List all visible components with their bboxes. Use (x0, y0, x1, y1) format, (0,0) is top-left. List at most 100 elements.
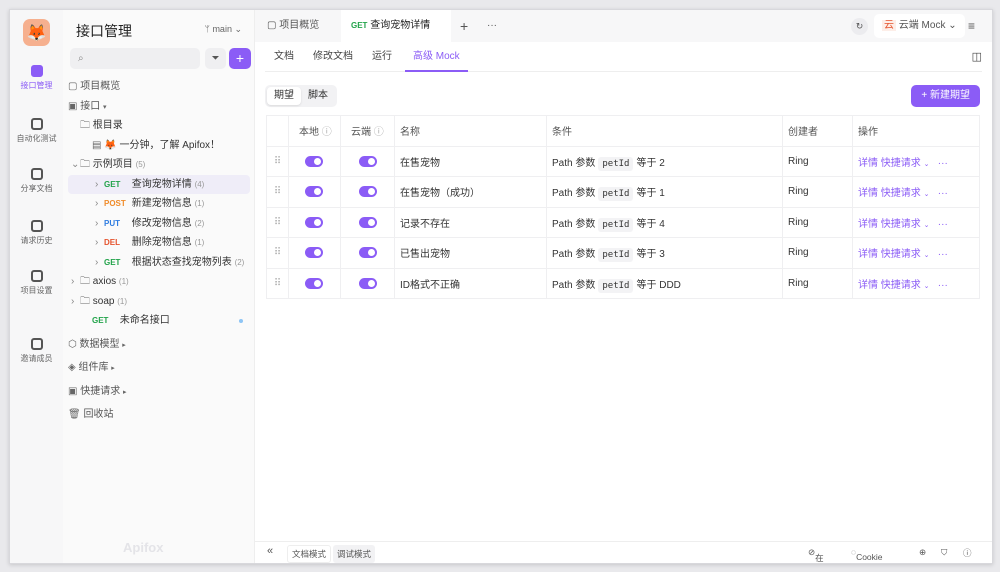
rail-item-invite-user[interactable]: 邀请成员 (10, 338, 63, 364)
caret-icon[interactable]: ▾ (103, 104, 107, 111)
upload-icon[interactable]: ⊕ (919, 547, 926, 558)
more-icon[interactable]: ··· (938, 249, 948, 260)
panel-toggle-icon[interactable]: ◫ (972, 42, 982, 72)
subtab-edit-doc[interactable]: 修改文档 (313, 42, 353, 72)
cloud-toggle[interactable] (359, 247, 377, 259)
local-toggle[interactable] (305, 155, 323, 167)
item-count: (4) (194, 179, 205, 189)
tree-folder[interactable]: ⌄ 🗀 示例项目 (5) (68, 155, 250, 175)
tree-item[interactable]: ▤ 🦊 一分钟，了解 Apifox！ (68, 136, 250, 156)
cookie-manager[interactable]: ◌ Cookie 管理 (851, 547, 883, 562)
search-input[interactable]: ⌕ (70, 48, 200, 69)
tree-item[interactable]: ⬡ 数据模型 ▸ (68, 335, 250, 355)
local-toggle[interactable] (305, 216, 323, 228)
tab-overview[interactable]: ▢ 项目概览 (267, 10, 319, 42)
cloud-toggle[interactable] (359, 216, 377, 228)
detail-link[interactable]: 详情 (858, 249, 878, 260)
subtab-doc[interactable]: 文档 (274, 42, 294, 72)
tab-get-pet[interactable]: GET 查询宠物详情 (341, 10, 451, 42)
cloud-toggle[interactable] (359, 186, 377, 198)
cloud-toggle[interactable] (359, 155, 377, 167)
tree-folder[interactable]: 🗀 根目录 (68, 116, 250, 136)
new-expectation-button[interactable]: + 新建期望 (911, 85, 980, 107)
cloud-toggle[interactable] (359, 277, 377, 289)
tree-endpoint[interactable]: › GET 根据状态查找宠物列表 (2) (68, 253, 250, 273)
collapse-sidebar-icon[interactable]: « (267, 545, 273, 557)
segment-expectation[interactable]: 期望 (267, 87, 301, 105)
tree-item[interactable]: ▣ 接口 ▾ (68, 97, 250, 117)
tree-label: 示例项目 (92, 159, 133, 170)
quick-request-link[interactable]: 快捷请求 (881, 219, 921, 230)
expand-arrow-icon[interactable]: › (95, 214, 98, 234)
subtab-advanced-mock[interactable]: 高级 Mock (405, 42, 468, 72)
tree-endpoint[interactable]: GET 未命名接口 (68, 311, 250, 331)
environment-select[interactable]: 云 云端 Mock ⌄ (874, 14, 965, 38)
help-icon[interactable]: ⓘ (963, 547, 972, 559)
caret-icon[interactable]: ▸ (122, 342, 126, 349)
expand-arrow-icon[interactable]: › (95, 253, 98, 273)
detail-link[interactable]: 详情 (858, 188, 878, 199)
more-icon[interactable]: ··· (938, 158, 948, 169)
local-toggle[interactable] (305, 186, 323, 198)
drag-handle-icon[interactable]: ⠿ (266, 206, 289, 238)
tree-endpoint[interactable]: › GET 查询宠物详情 (4) (68, 174, 250, 195)
expand-arrow-icon[interactable]: ⌄ (71, 155, 79, 175)
caret-icon[interactable]: ▸ (111, 365, 115, 372)
quick-request-link[interactable]: 快捷请求 (881, 188, 921, 199)
doc-mode-button[interactable]: 文档模式 (287, 545, 332, 563)
more-icon[interactable]: ··· (938, 219, 948, 230)
tree-endpoint[interactable]: › POST 新建宠物信息 (1) (68, 194, 250, 214)
drag-handle-icon[interactable]: ⠿ (266, 145, 289, 177)
drag-handle-icon[interactable]: ⠿ (266, 267, 289, 299)
local-toggle[interactable] (305, 247, 323, 259)
rail-item-settings[interactable]: 项目设置 (10, 270, 63, 296)
rail-item-label: 自动化测试 (16, 134, 57, 143)
tree-item[interactable]: ◈ 组件库 ▸ (68, 358, 250, 378)
tree-item[interactable]: ▢ 项目概览 (68, 77, 250, 97)
rail-item-test[interactable]: 自动化测试 (10, 118, 63, 144)
rail-item-api[interactable]: 接口管理 (10, 65, 63, 91)
filter-button[interactable]: ⏷ (205, 48, 226, 69)
quick-request-link[interactable]: 快捷请求 (881, 249, 921, 260)
expand-arrow-icon[interactable]: › (95, 175, 98, 195)
rail-item-share-doc[interactable]: 分享文档 (10, 168, 63, 194)
chevron-down-icon[interactable]: ⌄ (924, 222, 930, 229)
more-icon[interactable]: ··· (938, 280, 948, 291)
new-tab-button[interactable]: + (460, 10, 468, 42)
online-status[interactable]: ⊘ 在线 (808, 547, 824, 563)
drag-handle-icon[interactable]: ⠿ (266, 176, 289, 208)
theme-icon[interactable]: ⛉ (941, 547, 947, 558)
local-toggle[interactable] (305, 277, 323, 289)
chevron-down-icon[interactable]: ⌄ (924, 283, 930, 290)
tree-endpoint[interactable]: › DEL 删除宠物信息 (1) (68, 233, 250, 253)
quick-request-link[interactable]: 快捷请求 (881, 158, 921, 169)
expand-arrow-icon[interactable]: › (95, 233, 98, 253)
detail-link[interactable]: 详情 (858, 219, 878, 230)
debug-mode-button[interactable]: 调试模式 (333, 545, 376, 563)
caret-icon[interactable]: ▸ (123, 389, 127, 396)
tree-item[interactable]: ▣ 快捷请求 ▸ (68, 382, 250, 402)
tree-endpoint[interactable]: › PUT 修改宠物信息 (2) (68, 214, 250, 234)
detail-link[interactable]: 详情 (858, 158, 878, 169)
subtab-run[interactable]: 运行 (372, 42, 392, 72)
chevron-down-icon[interactable]: ⌄ (924, 161, 930, 168)
rail-item-history[interactable]: 请求历史 (10, 220, 63, 246)
more-tabs-icon[interactable]: ··· (487, 10, 497, 42)
segment-script[interactable]: 脚本 (301, 87, 335, 105)
chevron-down-icon[interactable]: ⌄ (924, 191, 930, 198)
add-button[interactable]: + (229, 48, 251, 69)
drag-handle-icon[interactable]: ⠿ (266, 237, 289, 269)
branch-selector[interactable]: ᛘ main ⌄ (205, 24, 242, 35)
tree-folder[interactable]: › 🗀 axios (1) (68, 272, 250, 292)
expand-arrow-icon[interactable]: › (71, 292, 74, 312)
refresh-icon[interactable]: ↻ (851, 18, 868, 35)
expand-arrow-icon[interactable]: › (95, 194, 98, 214)
expand-arrow-icon[interactable]: › (71, 272, 74, 292)
quick-request-link[interactable]: 快捷请求 (881, 280, 921, 291)
detail-link[interactable]: 详情 (858, 280, 878, 291)
chevron-down-icon[interactable]: ⌄ (924, 252, 930, 259)
menu-icon[interactable]: ≡ (968, 10, 975, 42)
more-icon[interactable]: ··· (938, 188, 948, 199)
tree-item[interactable]: 🗑 回收站 (68, 405, 250, 425)
tree-folder[interactable]: › 🗀 soap (1) (68, 292, 250, 312)
